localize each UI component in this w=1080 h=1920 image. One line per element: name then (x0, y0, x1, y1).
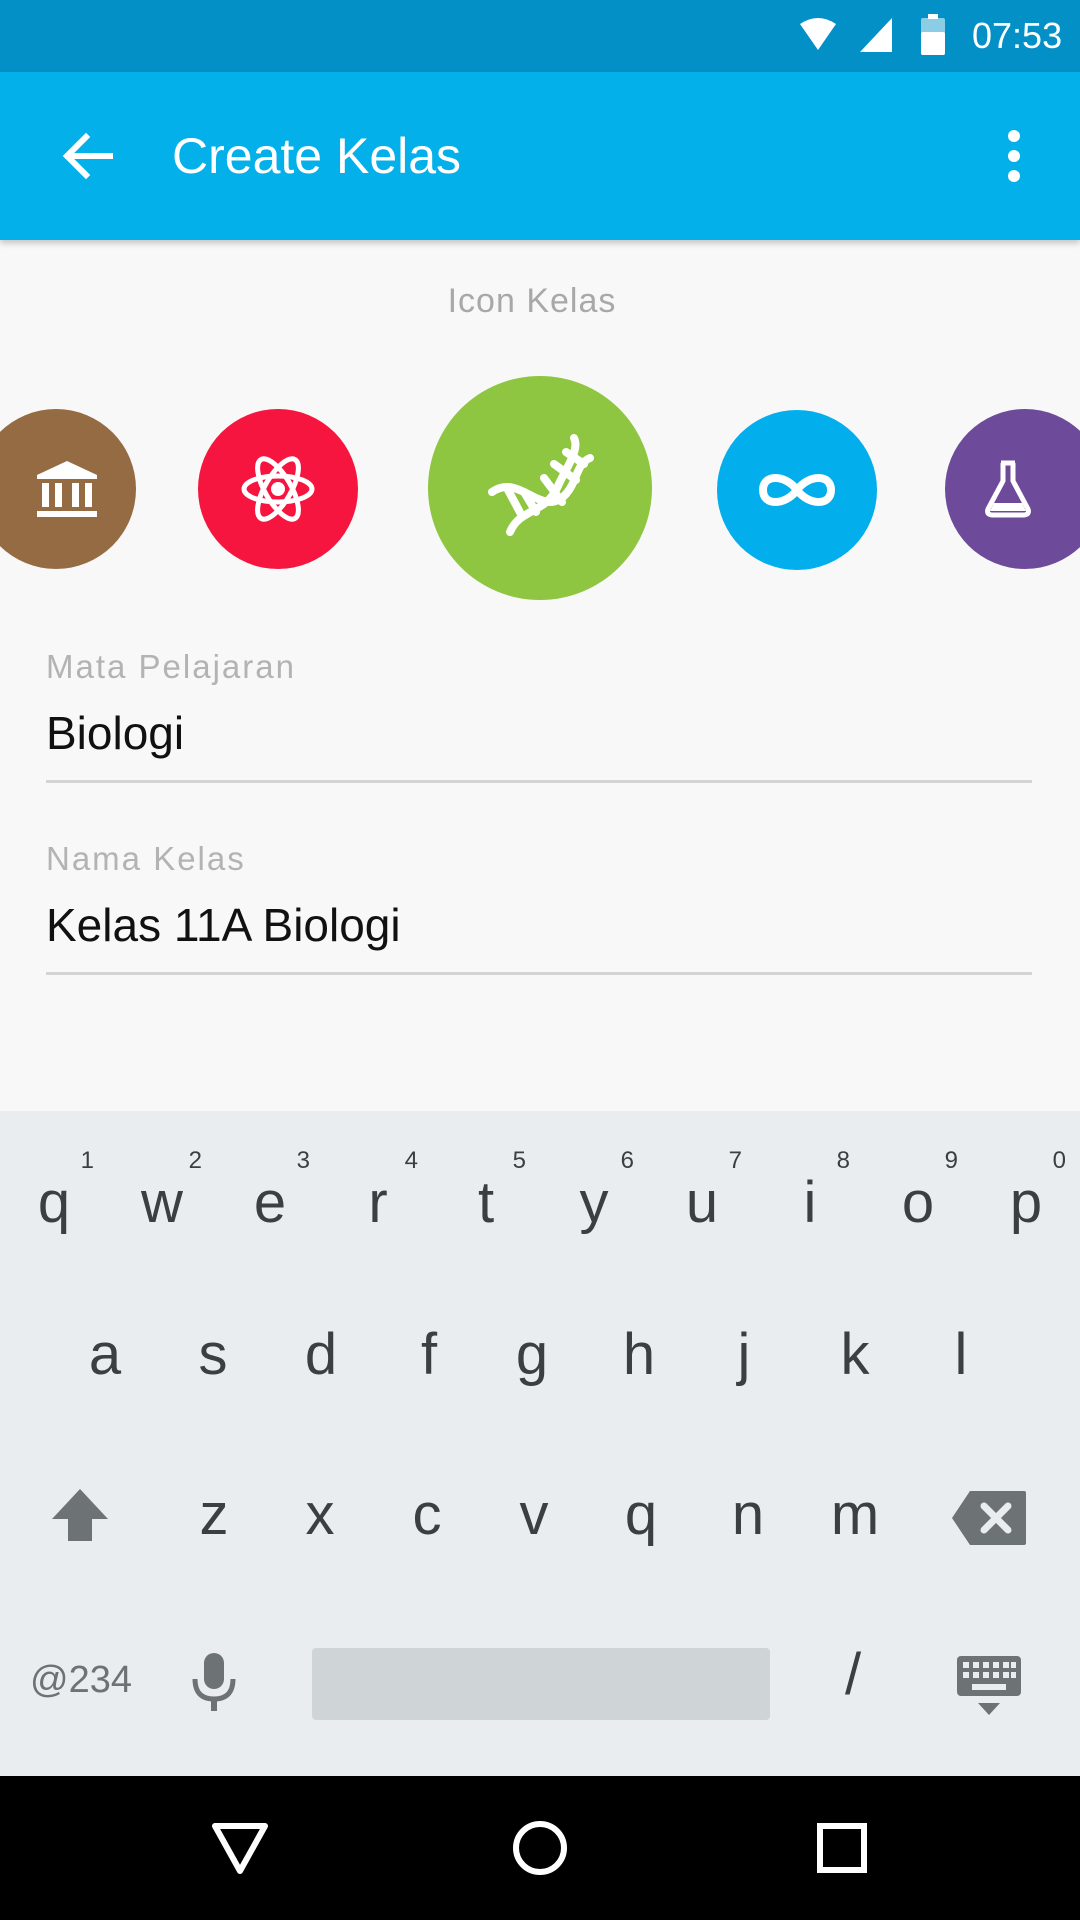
key-o[interactable]: 9o (864, 1111, 972, 1261)
key-v[interactable]: v (480, 1429, 588, 1579)
key-w[interactable]: 2w (108, 1111, 216, 1261)
page-title: Create Kelas (172, 128, 462, 184)
slash-key[interactable]: / (828, 1641, 878, 1708)
subject-field[interactable]: Biologi (46, 706, 184, 760)
key-n[interactable]: n (694, 1429, 802, 1579)
overflow-menu-button[interactable] (984, 116, 1044, 196)
icon-picker-caption: Icon Kelas (447, 282, 617, 320)
icon-option-flask[interactable] (945, 409, 1080, 569)
key-c[interactable]: c (373, 1429, 481, 1579)
key-z[interactable]: z (160, 1429, 268, 1579)
key-r[interactable]: 4r (324, 1111, 432, 1261)
infinity-icon (758, 474, 836, 506)
key-d[interactable]: d (267, 1269, 375, 1419)
key-s[interactable]: s (159, 1269, 267, 1419)
atom-icon (241, 456, 315, 522)
more-vert-icon (1008, 130, 1020, 182)
voice-input-key[interactable] (190, 1651, 238, 1720)
key-p[interactable]: 0p (972, 1111, 1080, 1261)
nav-recents-square-icon (817, 1823, 867, 1873)
key-h[interactable]: h (585, 1269, 693, 1419)
key-g[interactable]: g (478, 1269, 586, 1419)
soft-keyboard: 1q 2w 3e 4r 5t 6y 7u 8i 9o 0p a s d f g … (0, 1111, 1080, 1776)
icon-option-atom[interactable] (198, 409, 358, 569)
shift-key[interactable] (26, 1429, 134, 1579)
icon-option-museum[interactable] (0, 409, 136, 569)
key-f[interactable]: f (375, 1269, 483, 1419)
backspace-key[interactable] (936, 1429, 1044, 1579)
key-y[interactable]: 6y (540, 1111, 648, 1261)
status-clock: 07:53 (972, 15, 1063, 56)
key-e[interactable]: 3e (216, 1111, 324, 1261)
key-j[interactable]: j (690, 1269, 798, 1419)
icon-option-infinity[interactable] (717, 410, 877, 570)
subject-field-underline (46, 780, 1032, 783)
key-l[interactable]: l (907, 1269, 1015, 1419)
key-t[interactable]: 5t (432, 1111, 540, 1261)
key-q[interactable]: 1q (0, 1111, 108, 1261)
space-bar[interactable] (312, 1648, 770, 1720)
wifi-icon (798, 14, 838, 59)
navigation-bar (0, 1776, 1080, 1920)
screen: 07:53 Create Kelas Icon Kelas Mata Pelaj… (0, 0, 1080, 1920)
key-x[interactable]: x (266, 1429, 374, 1579)
class-name-field-underline (46, 972, 1032, 975)
backspace-icon (952, 1491, 1026, 1545)
flask-icon (985, 460, 1031, 518)
class-name-field[interactable]: Kelas 11A Biologi (46, 898, 401, 952)
key-i[interactable]: 8i (756, 1111, 864, 1261)
icon-option-dna[interactable] (428, 376, 652, 600)
hide-keyboard-key[interactable] (956, 1655, 1022, 1724)
nav-home-button[interactable] (500, 1808, 580, 1888)
nav-back-triangle-icon (212, 1823, 268, 1874)
class-name-field-label: Nama Kelas (46, 840, 246, 877)
microphone-icon (192, 1653, 236, 1711)
museum-icon (37, 461, 97, 517)
back-button[interactable] (48, 116, 128, 196)
key-u[interactable]: 7u (648, 1111, 756, 1261)
key-m[interactable]: m (801, 1429, 909, 1579)
battery-icon (920, 14, 946, 61)
key-q-row3[interactable]: q (587, 1429, 695, 1579)
key-k[interactable]: k (801, 1269, 909, 1419)
arrow-back-icon (62, 132, 113, 180)
nav-back-button[interactable] (200, 1808, 280, 1888)
app-bar: Create Kelas (0, 72, 1080, 240)
dna-icon (488, 434, 594, 536)
nav-home-circle-icon (513, 1821, 567, 1875)
subject-field-label: Mata Pelajaran (46, 648, 296, 685)
signal-icon (858, 14, 894, 59)
key-a[interactable]: a (51, 1269, 159, 1419)
symbols-key[interactable]: @234 (30, 1659, 132, 1702)
keyboard-hide-icon (957, 1656, 1021, 1715)
status-bar: 07:53 (0, 0, 1080, 72)
shift-arrow-icon (52, 1489, 108, 1541)
nav-recents-button[interactable] (802, 1808, 882, 1888)
